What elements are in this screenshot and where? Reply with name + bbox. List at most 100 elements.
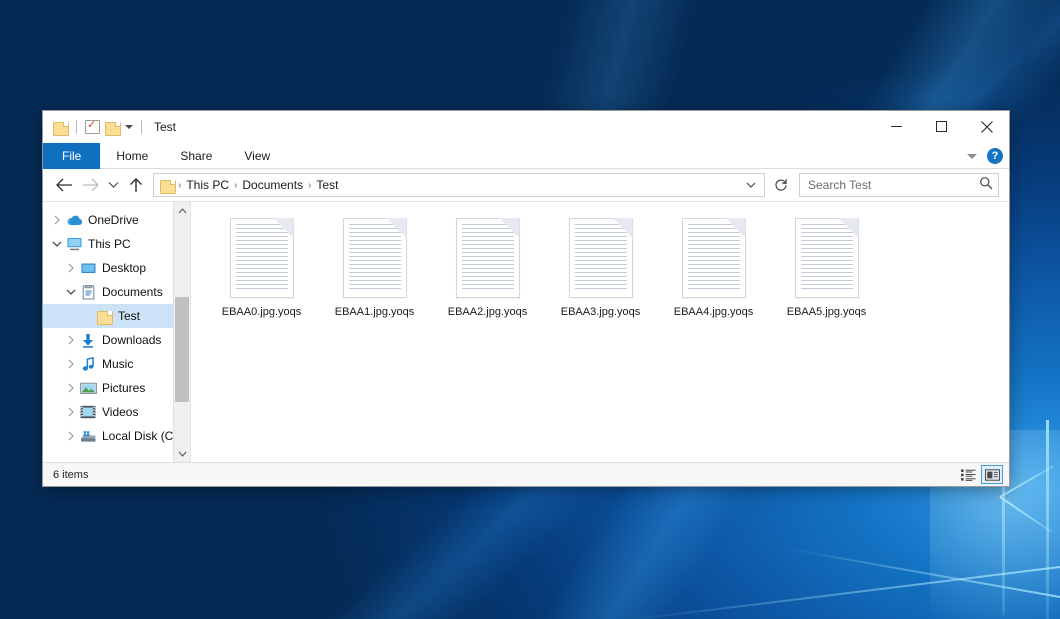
list-item[interactable]: EBAA0.jpg.yoqs [205,216,318,318]
generic-document-icon [795,218,859,298]
chevron-down-icon[interactable] [63,280,79,304]
sidebar-item-onedrive[interactable]: OneDrive [43,208,190,232]
list-item[interactable]: EBAA5.jpg.yoqs [770,216,883,318]
address-input[interactable]: › This PC › Documents › Test [153,173,765,197]
chevron-right-icon[interactable] [63,328,79,352]
tab-share[interactable]: Share [164,143,228,169]
recent-locations-button[interactable] [103,172,123,198]
chevron-down-icon[interactable] [967,154,977,159]
sidebar-item-label: This PC [88,237,131,251]
sidebar-item-label: Downloads [102,333,161,347]
file-name-label: EBAA4.jpg.yoqs [674,306,754,318]
view-mode-buttons [957,465,1003,484]
sidebar-item-desktop[interactable]: Desktop [43,256,190,280]
desktop-icon [79,260,97,276]
file-explorer-window: Test File Home Share View ? [42,110,1010,487]
sidebar-item-this-pc[interactable]: This PC [43,232,190,256]
list-item[interactable]: EBAA3.jpg.yoqs [544,216,657,318]
sidebar-item-documents[interactable]: Documents [43,280,190,304]
sidebar-item-label: Videos [102,405,138,419]
ribbon-right-controls: ? [967,143,1003,169]
search-input[interactable] [808,178,979,192]
scrollbar-thumb[interactable] [175,297,189,402]
chevron-down-icon[interactable] [125,125,133,129]
chevron-right-icon[interactable] [63,256,79,280]
file-name-label: EBAA0.jpg.yoqs [222,306,302,318]
sidebar-item-pictures[interactable]: Pictures [43,376,190,400]
help-icon[interactable]: ? [987,148,1003,164]
sidebar-item-videos[interactable]: Videos [43,400,190,424]
navigation-tree: OneDrive This PC [43,202,190,448]
explorer-body: OneDrive This PC [43,201,1009,462]
chevron-right-icon[interactable] [49,208,65,232]
chevron-right-icon[interactable] [63,376,79,400]
chevron-right-icon[interactable] [63,400,79,424]
search-icon[interactable] [979,176,993,195]
generic-document-icon [569,218,633,298]
folder-icon[interactable] [53,121,68,134]
sidebar-item-label: Documents [102,285,163,299]
chevron-up-icon[interactable] [174,202,190,219]
sidebar-item-label: Desktop [102,261,146,275]
generic-document-icon [682,218,746,298]
address-bar: › This PC › Documents › Test [43,169,1009,201]
sidebar-item-downloads[interactable]: Downloads [43,328,190,352]
sidebar-item-label: Test [118,309,140,323]
properties-checkbox-icon[interactable] [85,120,100,134]
title-bar: Test [43,111,1009,143]
folder-icon [95,308,113,324]
refresh-icon[interactable] [769,173,793,197]
maximize-button[interactable] [919,111,964,142]
window-title: Test [154,120,176,134]
list-item[interactable]: EBAA2.jpg.yoqs [431,216,544,318]
sidebar-item-label: OneDrive [88,213,139,227]
list-item[interactable]: EBAA4.jpg.yoqs [657,216,770,318]
back-button[interactable] [51,172,77,198]
chevron-right-icon[interactable] [63,352,79,376]
search-box[interactable] [799,173,999,197]
tab-file[interactable]: File [43,143,100,169]
tab-home[interactable]: Home [100,143,164,169]
chevron-down-icon[interactable] [174,445,190,462]
music-icon [79,356,97,372]
chevron-down-icon[interactable] [742,182,760,189]
folder-icon [160,179,175,192]
wallpaper-beam [999,496,1052,532]
wallpaper-beam [784,547,1060,598]
twisty-placeholder [79,304,95,328]
cloud-icon [65,212,83,228]
minimize-button[interactable] [874,111,919,142]
file-name-label: EBAA3.jpg.yoqs [561,306,641,318]
video-icon [79,404,97,420]
breadcrumb-documents[interactable]: Documents [238,178,307,192]
list-item[interactable]: EBAA1.jpg.yoqs [318,216,431,318]
generic-document-icon [456,218,520,298]
sidebar-item-test[interactable]: Test [43,304,190,328]
generic-document-icon [230,218,294,298]
sidebar-item-label: Pictures [102,381,145,395]
desktop-wallpaper: Test File Home Share View ? [0,0,1060,619]
chevron-right-icon[interactable] [63,424,79,448]
wallpaper-beam [1046,420,1049,619]
large-icons-view-button[interactable] [981,465,1003,484]
ribbon-tab-bar: File Home Share View ? [43,143,1009,169]
wallpaper-haze [0,0,1060,120]
details-view-button[interactable] [957,465,979,484]
tab-view[interactable]: View [228,143,286,169]
sidebar-item-music[interactable]: Music [43,352,190,376]
quick-access-toolbar: Test [43,120,176,134]
toolbar-divider [141,120,142,134]
chevron-down-icon[interactable] [49,232,65,256]
forward-button[interactable] [77,172,103,198]
new-folder-icon[interactable] [105,121,120,134]
window-controls [874,111,1009,142]
up-button[interactable] [123,172,149,198]
file-list-pane[interactable]: EBAA0.jpg.yoqs EBAA1.jpg.yoqs [191,202,1009,462]
navigation-scrollbar[interactable] [173,202,190,462]
sidebar-item-label: Local Disk (C:) [102,429,181,443]
close-button[interactable] [964,111,1009,142]
breadcrumb-test[interactable]: Test [312,178,342,192]
breadcrumb-this-pc[interactable]: This PC [182,178,233,192]
file-grid: EBAA0.jpg.yoqs EBAA1.jpg.yoqs [191,202,1009,318]
sidebar-item-local-disk-c[interactable]: Local Disk (C:) [43,424,190,448]
